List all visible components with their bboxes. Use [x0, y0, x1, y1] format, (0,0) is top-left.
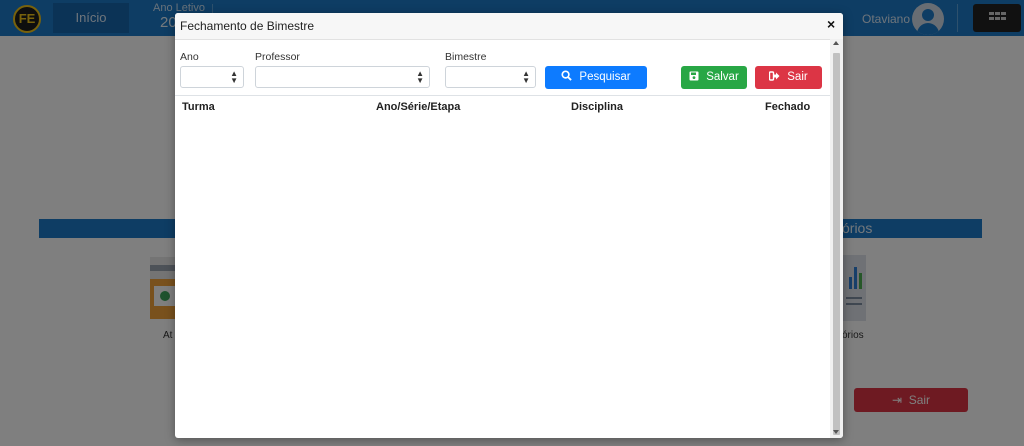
select-arrows-icon: ▲ ▼: [230, 69, 238, 85]
column-header-ano-serie-etapa: Ano/Série/Etapa: [376, 101, 461, 113]
close-icon[interactable]: ×: [827, 16, 835, 32]
modal-scrollbar[interactable]: [830, 39, 843, 438]
professor-select[interactable]: ▲ ▼: [255, 66, 430, 88]
salvar-label: Salvar: [706, 71, 739, 83]
bimestre-select[interactable]: ▲ ▼: [445, 66, 536, 88]
table-header-row: Turma Ano/Série/Etapa Disciplina Fechado: [175, 101, 830, 123]
ano-select[interactable]: ▲ ▼: [180, 66, 244, 88]
sair-button[interactable]: Sair: [755, 66, 822, 89]
pesquisar-button[interactable]: Pesquisar: [545, 66, 647, 89]
pesquisar-label: Pesquisar: [579, 71, 631, 83]
sign-out-icon: [769, 66, 780, 89]
select-arrows-icon: ▲ ▼: [416, 69, 424, 85]
table-divider: [175, 95, 830, 96]
salvar-button[interactable]: Salvar: [681, 66, 747, 89]
scroll-up-arrow-icon[interactable]: [833, 41, 839, 45]
select-arrows-icon: ▲ ▼: [522, 69, 530, 85]
scrollbar-thumb[interactable]: [833, 53, 840, 435]
ano-label: Ano: [180, 51, 199, 63]
sair-label: Sair: [787, 71, 808, 83]
fechamento-bimestre-modal: Fechamento de Bimestre × Ano ▲ ▼ Professo…: [175, 13, 843, 438]
save-icon: [689, 66, 699, 89]
modal-header: Fechamento de Bimestre ×: [175, 13, 843, 40]
search-icon: [561, 66, 573, 89]
professor-label: Professor: [255, 51, 300, 63]
bimestre-label: Bimestre: [445, 51, 487, 63]
column-header-disciplina: Disciplina: [571, 101, 623, 113]
column-header-turma: Turma: [182, 101, 215, 113]
scroll-down-arrow-icon[interactable]: [833, 430, 839, 434]
column-header-fechado: Fechado: [765, 101, 811, 113]
modal-title: Fechamento de Bimestre: [180, 19, 315, 33]
